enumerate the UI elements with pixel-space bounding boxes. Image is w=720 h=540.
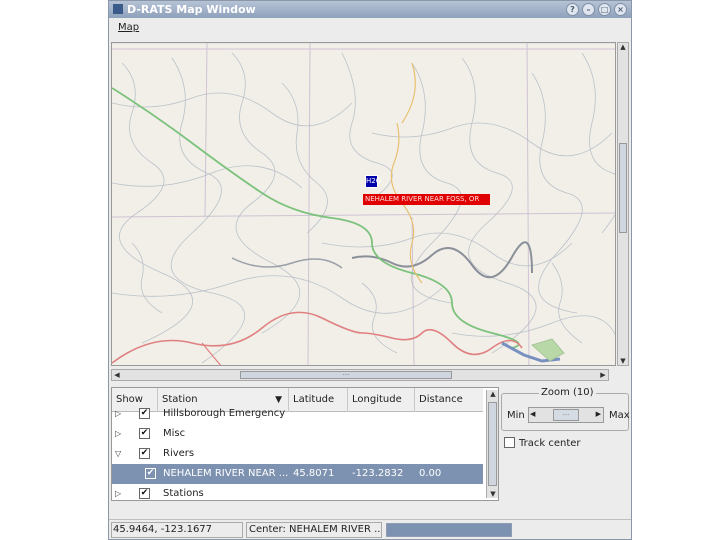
- map-horizontal-scrollbar[interactable]: ◀ ··· ▶: [111, 369, 609, 381]
- latitude-cell: 45.8071: [293, 468, 335, 479]
- expand-arrow-icon[interactable]: ▷: [115, 409, 121, 418]
- table-row[interactable]: ▷ ✔ Hillsborough Emergency ...: [112, 404, 483, 424]
- status-coordinates: 45.9464, -123.1677: [111, 522, 243, 538]
- map-horizontal-scroll-thumb[interactable]: ···: [240, 371, 452, 379]
- table-row[interactable]: ▽ ✔ Rivers: [112, 444, 483, 464]
- track-center-label: Track center: [519, 438, 581, 449]
- scroll-down-icon[interactable]: ▼: [618, 357, 628, 365]
- track-center-checkbox[interactable]: [504, 437, 515, 448]
- table-scroll-down-icon[interactable]: ▼: [488, 490, 498, 498]
- maximize-icon[interactable]: □: [598, 3, 611, 16]
- show-checkbox[interactable]: ✔: [145, 468, 156, 479]
- table-scroll-up-icon[interactable]: ▲: [488, 390, 498, 398]
- status-progress-bar: [386, 523, 512, 537]
- zoom-slider-knob[interactable]: ···: [553, 409, 579, 421]
- show-checkbox[interactable]: ✔: [139, 408, 150, 419]
- station-cell: Hillsborough Emergency ...: [163, 408, 288, 419]
- zoom-right-arrow-icon[interactable]: ▶: [596, 410, 601, 418]
- zoom-slider[interactable]: ◀ ··· ▶: [528, 407, 604, 423]
- expand-arrow-icon[interactable]: ▷: [115, 489, 121, 498]
- map-window: D-RATS Map Window ? – □ × Map H2O NEHALE…: [108, 0, 632, 540]
- station-marker-icon[interactable]: H2O: [365, 175, 381, 188]
- scroll-right-icon[interactable]: ▶: [598, 371, 608, 379]
- scroll-up-icon[interactable]: ▲: [618, 43, 628, 51]
- station-marker-label[interactable]: NEHALEM RIVER NEAR FOSS, OR: [363, 194, 490, 205]
- window-controls: ? – □ ×: [566, 3, 627, 16]
- track-center-toggle[interactable]: Track center: [504, 437, 581, 449]
- menu-bar: Map: [109, 18, 631, 40]
- table-row-selected[interactable]: ✔ NEHALEM RIVER NEAR ... 45.8071 -123.28…: [112, 464, 483, 484]
- zoom-title: Zoom (10): [539, 387, 596, 398]
- zoom-max-label: Max: [609, 410, 630, 421]
- station-cell: Misc: [163, 428, 186, 439]
- zoom-group: Zoom (10) Min ◀ ··· ▶ Max: [501, 387, 630, 431]
- station-cell: Rivers: [163, 448, 195, 459]
- window-title: D-RATS Map Window: [127, 3, 256, 16]
- station-table: Show Station ▼ Latitude Longitude Distanc…: [111, 387, 499, 501]
- longitude-cell: -123.2832: [352, 468, 404, 479]
- menu-map[interactable]: Map: [118, 22, 139, 33]
- minimize-icon[interactable]: –: [582, 3, 595, 16]
- station-cell: Stations: [163, 488, 204, 499]
- expand-arrow-icon[interactable]: ▷: [115, 429, 121, 438]
- zoom-min-label: Min: [507, 410, 525, 421]
- collapse-arrow-icon[interactable]: ▽: [115, 449, 121, 458]
- help-icon[interactable]: ?: [566, 3, 579, 16]
- table-scroll-thumb[interactable]: [488, 402, 497, 486]
- table-row[interactable]: ▷ ✔ Stations: [112, 484, 483, 500]
- table-row[interactable]: ▷ ✔ Misc: [112, 424, 483, 444]
- zoom-left-arrow-icon[interactable]: ◀: [530, 410, 535, 418]
- distance-cell: 0.00: [419, 468, 442, 479]
- status-center: Center: NEHALEM RIVER ...: [246, 522, 382, 538]
- app-icon: [113, 4, 123, 14]
- title-bar: D-RATS Map Window ? – □ ×: [109, 1, 631, 18]
- map-canvas[interactable]: H2O NEHALEM RIVER NEAR FOSS, OR: [111, 42, 616, 366]
- table-vertical-scrollbar[interactable]: ▲ ▼: [486, 390, 498, 498]
- map-vertical-scroll-thumb[interactable]: [619, 143, 627, 233]
- show-checkbox[interactable]: ✔: [139, 488, 150, 499]
- show-checkbox[interactable]: ✔: [139, 448, 150, 459]
- station-table-body: ▷ ✔ Hillsborough Emergency ... ▷ ✔ Misc …: [112, 404, 483, 500]
- map-vertical-scrollbar[interactable]: ▲ ▼: [617, 42, 629, 366]
- scroll-left-icon[interactable]: ◀: [112, 371, 122, 379]
- station-cell: NEHALEM RIVER NEAR ...: [163, 468, 288, 479]
- close-icon[interactable]: ×: [614, 3, 627, 16]
- status-bar: 45.9464, -123.1677 Center: NEHALEM RIVER…: [109, 519, 631, 539]
- show-checkbox[interactable]: ✔: [139, 428, 150, 439]
